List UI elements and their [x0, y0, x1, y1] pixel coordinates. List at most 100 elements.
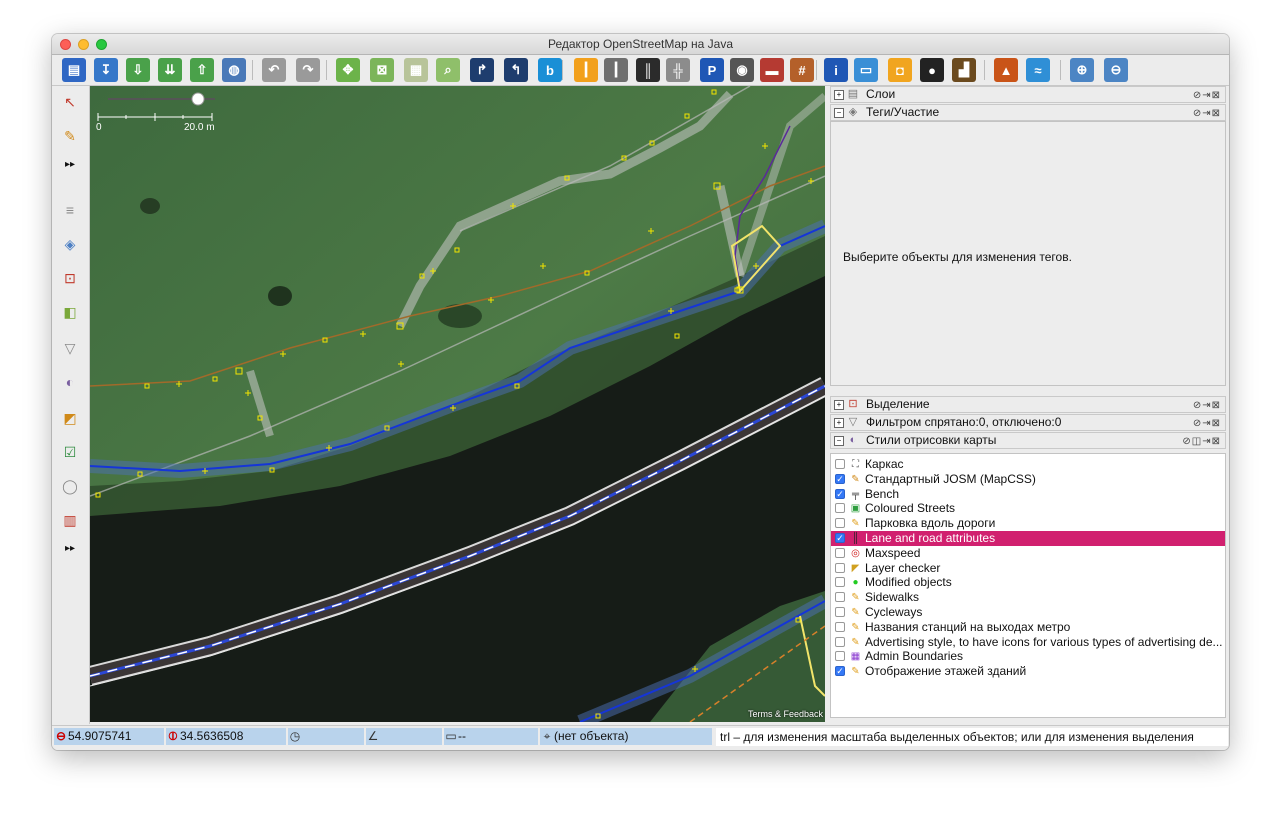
map-style-item[interactable]: ✎ Sidewalks: [831, 590, 1225, 605]
style-checkbox[interactable]: [835, 621, 845, 632]
style-checkbox[interactable]: [835, 636, 845, 647]
map-style-toggle[interactable]: ◐: [60, 372, 80, 392]
style-checkbox[interactable]: [835, 503, 845, 514]
map-view[interactable]: 0 20.0 m Terms & Feedback: [90, 86, 825, 722]
map-style-item[interactable]: ● Modified objects: [831, 575, 1225, 590]
history-toggle[interactable]: ◩: [60, 408, 80, 428]
more-toggles-button[interactable]: ▸▸: [60, 538, 80, 558]
download-button[interactable]: ⇩: [126, 58, 150, 82]
parking-preset-button[interactable]: P: [700, 58, 724, 82]
tags-toggle[interactable]: ◈: [60, 234, 80, 254]
draw-tool[interactable]: ✎: [60, 126, 80, 146]
style-checkbox[interactable]: ✓: [835, 533, 845, 543]
panel-controls-icon[interactable]: ⊘⇥⊠: [1193, 106, 1221, 121]
zoom-out-button[interactable]: ⊖: [1104, 58, 1128, 82]
panel-controls-icon[interactable]: ⊘⇥⊠: [1193, 416, 1221, 431]
map-style-item[interactable]: ✓ ║ Lane and road attributes: [831, 531, 1225, 546]
style-checkbox[interactable]: [835, 651, 845, 662]
style-checkbox[interactable]: [835, 607, 845, 617]
peak-preset-button[interactable]: ▲: [994, 58, 1018, 82]
globe-icon: ◍: [228, 62, 240, 77]
style-checkbox[interactable]: ✓: [835, 473, 845, 484]
style-checkbox[interactable]: [835, 562, 845, 573]
barrier-preset-button[interactable]: ▬: [760, 58, 784, 82]
zoom-in-button[interactable]: ⊕: [1070, 58, 1094, 82]
zoom-to-selection-button[interactable]: ⊠: [370, 58, 394, 82]
map-style-item[interactable]: ✎ Advertising style, to have icons for va…: [831, 635, 1225, 650]
style-checkbox[interactable]: ✓: [835, 666, 845, 677]
track-preset-button[interactable]: ┃: [604, 58, 628, 82]
layers-icon: ▤: [847, 88, 859, 100]
open-file-button[interactable]: ▤: [62, 58, 86, 82]
style-checkbox[interactable]: ✓: [835, 488, 845, 499]
terms-link[interactable]: Terms & Feedback: [748, 709, 823, 719]
turn-restriction-button[interactable]: ↱: [470, 58, 494, 82]
map-style-item[interactable]: ⛶ Каркас: [831, 457, 1225, 472]
info-icon: i: [834, 62, 838, 78]
map-style-item[interactable]: ✎ Парковка вдоль дороги: [831, 516, 1225, 531]
search-button[interactable]: ⌕: [436, 58, 460, 82]
wiki-toggle[interactable]: ◯: [60, 476, 80, 496]
map-canvas[interactable]: [90, 86, 825, 722]
download-in-view-button[interactable]: ⇊: [158, 58, 182, 82]
map-style-item[interactable]: ◎ Maxspeed: [831, 546, 1225, 561]
panel-controls-icon[interactable]: ⊘⇥⊠: [1193, 88, 1221, 103]
industrial-preset-button[interactable]: ▟: [952, 58, 976, 82]
info-preset-button[interactable]: i: [824, 58, 848, 82]
map-style-item[interactable]: ✓ ╤ Bench: [831, 487, 1225, 502]
imagery-toggle[interactable]: ◧: [60, 302, 80, 322]
lanes-preset-button[interactable]: ║: [636, 58, 660, 82]
waterway-preset-button[interactable]: ≈: [1026, 58, 1050, 82]
more-tools-button[interactable]: ▸▸: [60, 154, 80, 174]
expand-toggle-icon[interactable]: +: [834, 90, 844, 100]
selection-panel-header[interactable]: + ⊡ Выделение ⊘⇥⊠: [830, 396, 1226, 413]
map-style-item[interactable]: ✎ Названия станций на выходах метро: [831, 620, 1225, 635]
filter-toggle[interactable]: ▽: [60, 338, 80, 358]
zoom-to-layer-button[interactable]: ▦: [404, 58, 428, 82]
map-style-item[interactable]: ✎ Cycleways: [831, 605, 1225, 620]
barcode-toggle[interactable]: ▥: [60, 510, 80, 530]
filter-panel-header[interactable]: + ▽ Фильтром спрятано:0, отключено:0 ⊘⇥⊠: [830, 414, 1226, 431]
upload-button[interactable]: ⇧: [190, 58, 214, 82]
tags-panel-header[interactable]: − ◈ Теги/Участие ⊘⇥⊠: [830, 104, 1226, 121]
zoom-to-data-button[interactable]: ✥: [336, 58, 360, 82]
map-style-item[interactable]: ✓ ✎ Стандартный JOSM (MapCSS): [831, 472, 1225, 487]
accommodation-preset-button[interactable]: ▭: [854, 58, 878, 82]
validator-toggle[interactable]: ☑: [60, 442, 80, 462]
map-style-item[interactable]: ▦ Admin Boundaries: [831, 649, 1225, 664]
collapse-toggle-icon[interactable]: −: [834, 436, 844, 446]
railway-preset-button[interactable]: #: [790, 58, 814, 82]
shop-preset-button[interactable]: ◘: [888, 58, 912, 82]
layers-toggle[interactable]: ≡: [60, 200, 80, 220]
style-checkbox[interactable]: [835, 577, 845, 588]
expand-toggle-icon[interactable]: +: [834, 418, 844, 428]
layers-panel-header[interactable]: + ▤ Слои ⊘⇥⊠: [830, 86, 1226, 103]
map-style-item[interactable]: ▣ Coloured Streets: [831, 501, 1225, 516]
preferences-globe-button[interactable]: ◍: [222, 58, 246, 82]
heading-field: ◷: [288, 728, 364, 745]
pencil-icon: ✎: [851, 636, 860, 648]
panel-controls-icon[interactable]: ⊘⇥⊠: [1193, 398, 1221, 413]
style-checkbox[interactable]: [835, 592, 845, 603]
undo-button[interactable]: ↶: [262, 58, 286, 82]
map-style-item[interactable]: ✓ ✎ Отображение этажей зданий: [831, 664, 1225, 679]
collapse-toggle-icon[interactable]: −: [834, 108, 844, 118]
turn-restriction-2-button[interactable]: ↰: [504, 58, 528, 82]
select-tool[interactable]: ↖: [60, 92, 80, 112]
sport-preset-button[interactable]: ●: [920, 58, 944, 82]
redo-button[interactable]: ↷: [296, 58, 320, 82]
panel-controls-icon[interactable]: ⊘◫⇥⊠: [1182, 434, 1221, 449]
crossing-preset-button[interactable]: ╬: [666, 58, 690, 82]
map-style-item[interactable]: ◤ Layer checker: [831, 561, 1225, 576]
style-checkbox[interactable]: [835, 518, 845, 529]
selection-toggle[interactable]: ⊡: [60, 268, 80, 288]
save-button[interactable]: ↧: [94, 58, 118, 82]
road-preset-button[interactable]: ┃: [574, 58, 598, 82]
bing-imagery-button[interactable]: b: [538, 58, 562, 82]
map-styles-panel-header[interactable]: − ◐ Стили отрисовки карты ⊘◫⇥⊠: [830, 432, 1226, 449]
style-checkbox[interactable]: [835, 547, 845, 558]
traffic-signal-button[interactable]: ◉: [730, 58, 754, 82]
select-arrow-icon: ↖: [64, 93, 76, 110]
style-checkbox[interactable]: [835, 459, 845, 469]
expand-toggle-icon[interactable]: +: [834, 400, 844, 410]
